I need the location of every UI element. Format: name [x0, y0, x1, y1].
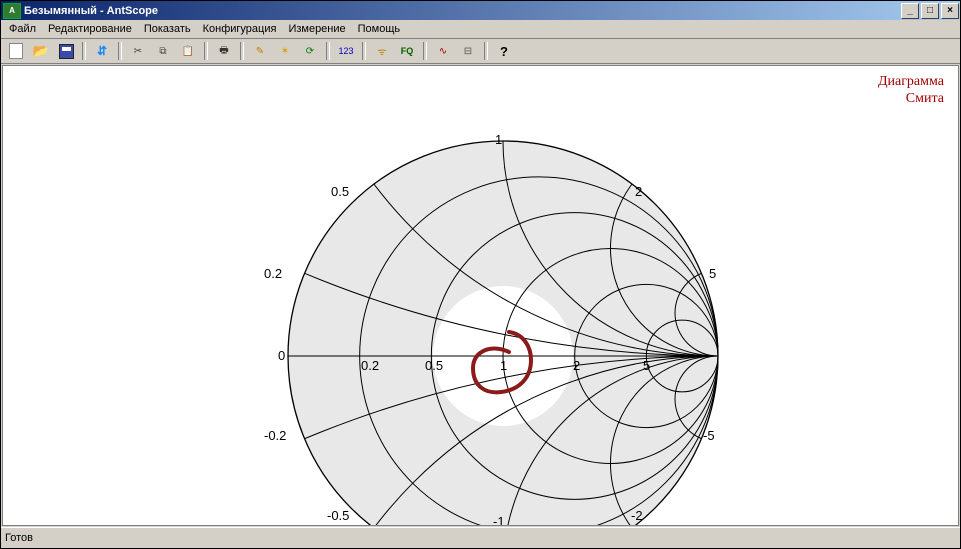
- open-button[interactable]: 📂: [29, 40, 53, 63]
- toolbar-separator: [326, 42, 330, 60]
- fq-button[interactable]: FQ: [395, 40, 419, 63]
- label-x02-bot: -0.2: [264, 428, 286, 443]
- minimize-button[interactable]: _: [901, 3, 919, 19]
- toolbar-separator: [484, 42, 488, 60]
- paste-button[interactable]: 📋: [176, 40, 200, 63]
- close-button[interactable]: ×: [941, 3, 959, 19]
- open-icon: 📂: [33, 43, 49, 59]
- antenna-button[interactable]: ᯤ: [370, 40, 394, 63]
- label-x05-top: 0.5: [331, 184, 349, 199]
- new-icon: [9, 43, 23, 59]
- label-x1-top: 1: [495, 132, 502, 147]
- star-button[interactable]: ✶: [273, 40, 297, 63]
- maximize-button[interactable]: □: [921, 3, 939, 19]
- label-x5-bot: -5: [703, 428, 715, 443]
- toolbar-separator: [362, 42, 366, 60]
- label-r2: 2: [573, 358, 580, 373]
- menu-show[interactable]: Показать: [138, 22, 197, 36]
- star-icon: ✶: [281, 46, 289, 57]
- label-x2-top: 2: [635, 184, 642, 199]
- toolbar-separator: [240, 42, 244, 60]
- menubar: Файл Редактирование Показать Конфигураци…: [1, 20, 960, 39]
- label-x02-top: 0.2: [264, 266, 282, 281]
- cut-icon: ✂: [134, 46, 142, 57]
- label-x1-bot: -1: [493, 514, 505, 526]
- t123-icon: 123: [338, 46, 353, 56]
- label-r1: 1: [500, 358, 507, 373]
- status-text: Готов: [5, 532, 33, 544]
- label-x5-top: 5: [709, 266, 716, 281]
- help-button[interactable]: ?: [492, 40, 516, 63]
- save-icon: [59, 44, 74, 59]
- new-button[interactable]: [4, 40, 28, 63]
- smith-chart: [3, 66, 958, 526]
- label-r05: 0.5: [425, 358, 443, 373]
- antenna-icon: ᯤ: [377, 44, 386, 58]
- menu-file[interactable]: Файл: [3, 22, 42, 36]
- menu-measure[interactable]: Измерение: [282, 22, 351, 36]
- fq-icon: FQ: [401, 46, 414, 56]
- window-buttons: _ □ ×: [899, 3, 959, 19]
- toolbar-separator: [204, 42, 208, 60]
- paste-icon: 📋: [182, 46, 194, 57]
- menu-config[interactable]: Конфигурация: [197, 22, 283, 36]
- wand-icon: ✎: [256, 46, 264, 57]
- wave-button[interactable]: ∿: [431, 40, 455, 63]
- wave-icon: ∿: [439, 46, 447, 57]
- connect-icon: ⇵: [97, 44, 107, 58]
- label-r02: 0.2: [361, 358, 379, 373]
- save-button[interactable]: [54, 40, 78, 63]
- toolbar-separator: [82, 42, 86, 60]
- misc-icon: ⊟: [464, 46, 472, 57]
- chart-area[interactable]: Диаграмма Смита: [2, 65, 959, 526]
- copy-icon: ⧉: [159, 46, 166, 57]
- toolbar-separator: [423, 42, 427, 60]
- app-icon: A: [3, 3, 21, 19]
- toolbar-separator: [118, 42, 122, 60]
- refresh-icon: ⟳: [306, 46, 314, 57]
- menu-edit[interactable]: Редактирование: [42, 22, 138, 36]
- connect-button[interactable]: ⇵: [90, 40, 114, 63]
- menu-help[interactable]: Помощь: [352, 22, 407, 36]
- cut-button[interactable]: ✂: [126, 40, 150, 63]
- label-x2-bot: -2: [631, 508, 643, 523]
- t123-button[interactable]: 123: [334, 40, 358, 63]
- help-icon: ?: [500, 44, 508, 59]
- label-x05-bot: -0.5: [327, 508, 349, 523]
- toolbar: 📂 ⇵ ✂ ⧉ 📋 🖶 ✎ ✶ ⟳ 123 ᯤ FQ ∿ ⊟ ?: [1, 39, 960, 64]
- statusbar: Готов: [1, 527, 960, 548]
- label-r5: 5: [643, 358, 650, 373]
- label-r0: 0: [278, 348, 285, 363]
- window-title: Безымянный - AntScope: [24, 5, 899, 17]
- misc-button[interactable]: ⊟: [456, 40, 480, 63]
- refresh-button[interactable]: ⟳: [298, 40, 322, 63]
- titlebar: A Безымянный - AntScope _ □ ×: [1, 1, 960, 20]
- app-window: A Безымянный - AntScope _ □ × Файл Редак…: [0, 0, 961, 549]
- copy-button[interactable]: ⧉: [151, 40, 175, 63]
- print-button[interactable]: 🖶: [212, 40, 236, 63]
- wand-button[interactable]: ✎: [248, 40, 272, 63]
- print-icon: 🖶: [219, 43, 228, 60]
